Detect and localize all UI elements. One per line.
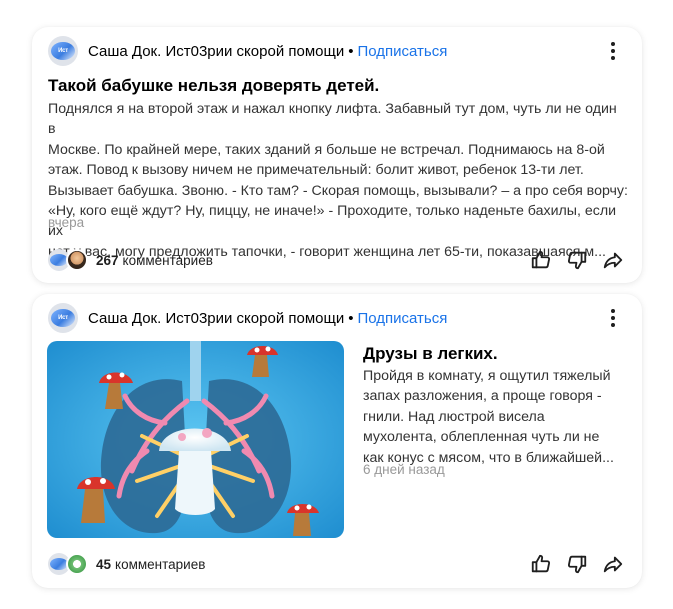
excerpt-line: мухолента, облепленная чуть ли не bbox=[363, 429, 600, 446]
comments-count: 267 bbox=[96, 252, 119, 268]
post-footer: 45 комментариев bbox=[48, 549, 626, 579]
subscribe-link[interactable]: Подписаться bbox=[357, 310, 447, 327]
channel-avatar[interactable]: Ист bbox=[48, 36, 78, 66]
avatar bbox=[66, 249, 88, 271]
excerpt-line: запах разложения, а проще говоря - bbox=[363, 388, 602, 405]
more-vertical-icon[interactable] bbox=[600, 305, 626, 331]
avatar bbox=[66, 553, 88, 575]
post-footer: 267 комментариев bbox=[48, 245, 626, 275]
post-card[interactable]: Ист Саша Док. Ист03рии скорой помощи • П… bbox=[32, 294, 642, 588]
post-excerpt[interactable]: Пройдя в комнату, я ощутил тяжелый запах… bbox=[363, 366, 628, 468]
excerpt-line: Пройдя в комнату, я ощутил тяжелый bbox=[363, 368, 611, 384]
post-title[interactable]: Такой бабушке нельзя доверять детей. bbox=[48, 76, 379, 96]
more-vertical-icon[interactable] bbox=[600, 38, 626, 64]
post-actions bbox=[528, 551, 626, 577]
thumbs-down-icon[interactable] bbox=[564, 247, 590, 273]
thumbs-down-icon[interactable] bbox=[564, 551, 590, 577]
commenter-avatars bbox=[48, 248, 94, 272]
post-title[interactable]: Друзы в легких. bbox=[363, 344, 498, 364]
channel-avatar[interactable]: Ист bbox=[48, 303, 78, 333]
comments-count: 45 bbox=[96, 556, 112, 572]
post-date: 6 дней назад bbox=[363, 462, 445, 477]
thumbs-up-icon[interactable] bbox=[528, 247, 554, 273]
post-excerpt[interactable]: Поднялся я на второй этаж и нажал кнопку… bbox=[48, 99, 628, 262]
post-card[interactable]: Ист Саша Док. Ист03рии скорой помощи • П… bbox=[32, 27, 642, 283]
comments-link[interactable]: 45 комментариев bbox=[96, 557, 205, 572]
excerpt-line: гнили. Над люстрой висела bbox=[363, 408, 545, 425]
subscribe-link[interactable]: Подписаться bbox=[357, 43, 447, 60]
comments-label: комментариев bbox=[115, 556, 206, 572]
post-thumbnail[interactable] bbox=[47, 341, 344, 538]
thumbs-up-icon[interactable] bbox=[528, 551, 554, 577]
channel-name[interactable]: Саша Док. Ист03рии скорой помощи bbox=[88, 310, 344, 327]
separator-dot: • bbox=[348, 42, 354, 60]
share-arrow-icon[interactable] bbox=[600, 247, 626, 273]
post-header: Ист Саша Док. Ист03рии скорой помощи • П… bbox=[48, 36, 626, 66]
commenter-avatars bbox=[48, 552, 94, 576]
excerpt-line: Москве. По крайней мере, таких зданий я … bbox=[48, 141, 605, 158]
channel-name[interactable]: Саша Док. Ист03рии скорой помощи bbox=[88, 43, 344, 60]
comments-label: комментариев bbox=[122, 252, 213, 268]
post-date: вчера bbox=[48, 215, 85, 230]
comments-link[interactable]: 267 комментариев bbox=[96, 253, 213, 268]
post-header: Ист Саша Док. Ист03рии скорой помощи • П… bbox=[48, 303, 626, 333]
excerpt-line: Поднялся я на второй этаж и нажал кнопку… bbox=[48, 101, 617, 138]
post-actions bbox=[528, 247, 626, 273]
separator-dot: • bbox=[348, 309, 354, 327]
excerpt-line: «Ну, кого ещё ждут? Ну, пиццу, не иначе!… bbox=[48, 203, 617, 240]
excerpt-line: Вызывает бабушка. Звоню. - Кто там? - Ск… bbox=[48, 182, 628, 199]
share-arrow-icon[interactable] bbox=[600, 551, 626, 577]
excerpt-line: этаж. Повод к вызову ничем не примечател… bbox=[48, 162, 584, 179]
feed: Ист Саша Док. Ист03рии скорой помощи • П… bbox=[0, 0, 673, 609]
